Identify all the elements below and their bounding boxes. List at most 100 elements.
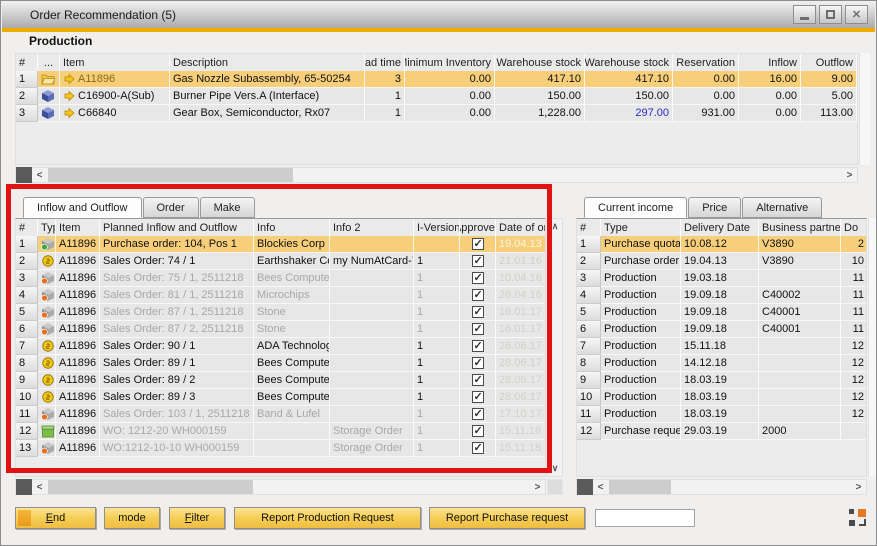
cell-inflow[interactable]: 16.00	[739, 71, 801, 88]
cell-lead-time[interactable]: 3	[365, 71, 405, 88]
cell-business-partner[interactable]	[759, 338, 841, 355]
cell-approved[interactable]	[460, 423, 496, 440]
table-row[interactable]: 12A11896WO: 1212-20 WH000159Storage Orde…	[16, 423, 545, 440]
cell-delivery-date[interactable]: 19.09.18	[681, 321, 759, 338]
cell-type[interactable]: Purchase quotatio	[601, 236, 681, 253]
cell-outflow[interactable]: 113.00	[801, 105, 857, 122]
cell-planned-inflow-and-outflow[interactable]: Sales Order: 103 / 1, 2511218	[100, 406, 254, 423]
cell-outflow[interactable]: 9.00	[801, 71, 857, 88]
cell-document[interactable]: 2	[841, 236, 867, 253]
close-button[interactable]: ✕	[845, 5, 868, 24]
cell-num[interactable]: 11	[16, 406, 38, 423]
cell-info-2[interactable]	[330, 287, 414, 304]
cell-item[interactable]: A11896	[56, 355, 100, 372]
cell-approved[interactable]	[460, 389, 496, 406]
cell-reservation[interactable]: 0.00	[673, 71, 739, 88]
column-header-num[interactable]: #	[16, 54, 38, 71]
inflow-outflow-hscrollbar[interactable]: < >	[15, 479, 546, 495]
cell-minimum-inventory[interactable]: 0.00	[405, 71, 495, 88]
cell-outflow[interactable]: 5.00	[801, 88, 857, 105]
footer-text-input[interactable]	[595, 509, 695, 527]
production-vscrollbar-track[interactable]	[859, 53, 870, 165]
column-header-minimum-inventory[interactable]: Minimum Inventory	[405, 54, 495, 71]
cell-info-2[interactable]	[330, 321, 414, 338]
approved-checkbox[interactable]	[472, 289, 484, 301]
column-header-type[interactable]: Type	[601, 219, 681, 236]
table-row[interactable]: 2A11896Sales Order: 74 / 1Earthshaker Co…	[16, 253, 545, 270]
cell-num[interactable]: 4	[577, 287, 601, 304]
cell-description[interactable]: Gear Box, Semiconductor, Rx07	[170, 105, 365, 122]
table-row[interactable]: 7Production15.11.1812	[577, 338, 866, 355]
table-row[interactable]: 5A11896Sales Order: 87 / 1, 2511218Stone…	[16, 304, 545, 321]
cell-type-icon[interactable]	[38, 440, 56, 457]
cell-info[interactable]: Microchips	[254, 287, 330, 304]
cell-type-icon[interactable]	[38, 321, 56, 338]
cell-business-partner[interactable]: C40001	[759, 304, 841, 321]
production-hscrollbar[interactable]: < >	[15, 167, 858, 183]
cell-i-version[interactable]: 1	[414, 253, 460, 270]
table-row[interactable]: 11Production18.03.1912	[577, 406, 866, 423]
column-header-lead-time[interactable]: Lead time	[365, 54, 405, 71]
cell-approved[interactable]	[460, 355, 496, 372]
table-row[interactable]: 2C16900-A(Sub)Burner Pipe Vers.A (Interf…	[16, 88, 857, 105]
expand-form-icon[interactable]	[849, 509, 866, 526]
cell-info-2[interactable]: Storage Order	[330, 423, 414, 440]
cell-document[interactable]: 11	[841, 270, 867, 287]
cell-num[interactable]: 5	[16, 304, 38, 321]
cell-num[interactable]: 7	[577, 338, 601, 355]
cell-item-icon[interactable]	[38, 88, 60, 105]
cell-warehouse-stock-2[interactable]: 150.00	[585, 88, 673, 105]
approved-checkbox[interactable]	[472, 323, 484, 335]
cell-item[interactable]: C16900-A(Sub)	[60, 88, 170, 105]
column-header-inflow[interactable]: Inflow	[739, 54, 801, 71]
cell-approved[interactable]	[460, 253, 496, 270]
table-row[interactable]: 6A11896Sales Order: 87 / 2, 2511218Stone…	[16, 321, 545, 338]
scrollbar-split-box[interactable]	[16, 479, 32, 495]
table-row[interactable]: 3C66840Gear Box, Semiconductor, Rx0710.0…	[16, 105, 857, 122]
cell-planned-inflow-and-outflow[interactable]: Sales Order: 89 / 1	[100, 355, 254, 372]
cell-date-of-order[interactable]: 15.11.18	[496, 440, 546, 457]
cell-inflow[interactable]: 0.00	[739, 88, 801, 105]
cell-type[interactable]: Purchase order	[601, 253, 681, 270]
tab-alternative[interactable]: Alternative	[742, 197, 822, 218]
scroll-left-button[interactable]: <	[593, 479, 608, 495]
cell-planned-inflow-and-outflow[interactable]: WO:1212-10-10 WH000159	[100, 440, 254, 457]
cell-num[interactable]: 3	[577, 270, 601, 287]
approved-checkbox[interactable]	[472, 255, 484, 267]
cell-description[interactable]: Burner Pipe Vers.A (Interface)	[170, 88, 365, 105]
cell-delivery-date[interactable]: 14.12.18	[681, 355, 759, 372]
cell-delivery-date[interactable]: 10.08.12	[681, 236, 759, 253]
cell-document[interactable]: 12	[841, 338, 867, 355]
cell-business-partner[interactable]: C40001	[759, 321, 841, 338]
cell-type-icon[interactable]	[38, 270, 56, 287]
cell-info-2[interactable]	[330, 372, 414, 389]
cell-info[interactable]: Band & Lufel	[254, 406, 330, 423]
column-header-date-of-order[interactable]: Date of or	[496, 219, 546, 236]
cell-business-partner[interactable]	[759, 355, 841, 372]
cell-delivery-date[interactable]: 19.04.13	[681, 253, 759, 270]
cell-type[interactable]: Production	[601, 372, 681, 389]
cell-type-icon[interactable]	[38, 355, 56, 372]
cell-type[interactable]: Production	[601, 321, 681, 338]
cell-approved[interactable]	[460, 287, 496, 304]
titlebar[interactable]: Order Recommendation (5) ✕	[2, 2, 875, 28]
cell-num[interactable]: 12	[577, 423, 601, 440]
cell-planned-inflow-and-outflow[interactable]: Sales Order: 87 / 1, 2511218	[100, 304, 254, 321]
cell-approved[interactable]	[460, 270, 496, 287]
cell-type-icon[interactable]	[38, 406, 56, 423]
cell-planned-inflow-and-outflow[interactable]: Sales Order: 87 / 2, 2511218	[100, 321, 254, 338]
cell-document[interactable]: 10	[841, 253, 867, 270]
cell-info-2[interactable]: Storage Order	[330, 440, 414, 457]
cell-item[interactable]: A11896	[56, 236, 100, 253]
cell-business-partner[interactable]: V3890	[759, 253, 841, 270]
cell-date-of-order[interactable]: 16.01.17	[496, 321, 546, 338]
cell-approved[interactable]	[460, 372, 496, 389]
cell-type-icon[interactable]	[38, 236, 56, 253]
maximize-button[interactable]	[819, 5, 842, 24]
cell-i-version[interactable]: 1	[414, 287, 460, 304]
cell-num[interactable]: 8	[577, 355, 601, 372]
cell-lead-time[interactable]: 1	[365, 88, 405, 105]
link-arrow-icon[interactable]	[63, 73, 75, 85]
cell-item[interactable]: A11896	[56, 389, 100, 406]
cell-approved[interactable]	[460, 338, 496, 355]
